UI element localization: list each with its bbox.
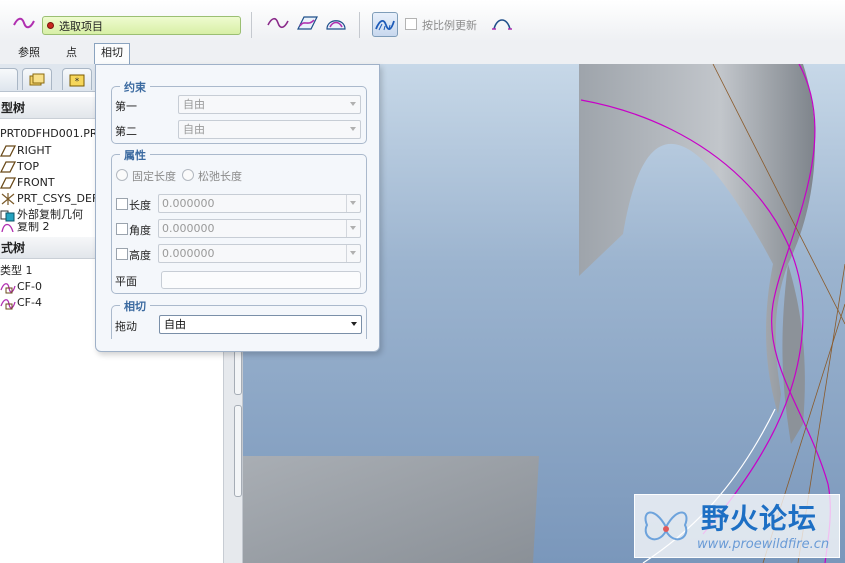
folder-browser-tab[interactable] — [22, 68, 52, 90]
dashboard-tab-row: 参照 点 相切 — [0, 42, 845, 65]
drag-dropdown[interactable]: 自由 — [159, 315, 362, 334]
collector-status-icon — [47, 22, 54, 29]
toolbar-separator — [359, 12, 360, 38]
tree-item-csys[interactable]: PRT_CSYS_DEF — [0, 191, 98, 207]
style-tree-item-type[interactable]: 类型 1 — [0, 263, 33, 279]
model-tree-tab[interactable] — [0, 68, 18, 90]
site-watermark: 野火论坛 www.proewildfire.cn — [634, 494, 840, 558]
surface-upper — [579, 64, 815, 414]
curve-analysis-toggle-icon[interactable] — [372, 12, 398, 37]
display-curve-icon[interactable] — [490, 13, 514, 33]
angle-label: 角度 — [129, 224, 151, 237]
tab-points[interactable]: 点 — [60, 44, 83, 64]
svg-text:*: * — [75, 77, 80, 87]
toolbar-separator — [251, 12, 252, 38]
fixed-length-label: 固定长度 — [132, 170, 176, 183]
curve-on-plane-icon[interactable] — [266, 13, 290, 33]
style-tree-item-cf4[interactable]: CF-4 — [0, 295, 42, 311]
plane-label: 平面 — [115, 275, 137, 288]
select-item-collector[interactable]: 选取项目 — [42, 16, 241, 35]
angle-input[interactable]: 0.000000 — [158, 219, 361, 238]
first-constraint-label: 第一 — [115, 100, 137, 113]
height-checkbox[interactable] — [116, 248, 128, 260]
properties-title: 属性 — [120, 147, 150, 163]
datum-plane-icon — [0, 144, 16, 158]
second-constraint-dropdown[interactable]: 自由 — [178, 120, 361, 139]
copy-icon — [0, 222, 16, 232]
tree-item-right[interactable]: RIGHT — [0, 143, 51, 159]
tangent-slide-up-panel: 约束 第一 自由 第二 自由 属性 固定长度 松弛长度 长度 0.000000 … — [95, 64, 380, 352]
plane-collector[interactable] — [161, 271, 361, 289]
curve-projected-icon[interactable] — [295, 13, 319, 33]
second-constraint-label: 第二 — [115, 125, 137, 138]
tab-references[interactable]: 参照 — [12, 44, 46, 64]
tree-item-top[interactable]: TOP — [0, 159, 39, 175]
constraints-title: 约束 — [120, 79, 150, 95]
angle-checkbox[interactable] — [116, 223, 128, 235]
favorites-icon: * — [69, 74, 85, 87]
feature-toolbar: 选取项目 按比例更新 — [0, 0, 845, 42]
external-copy-icon — [0, 208, 16, 222]
relax-length-label: 松弛长度 — [198, 170, 242, 183]
style-curve-icon — [0, 280, 16, 294]
surface-curve-icon[interactable] — [324, 13, 348, 33]
style-tree-item-cf0[interactable]: CF-0 — [0, 279, 42, 295]
height-label: 高度 — [129, 249, 151, 262]
first-constraint-dropdown[interactable]: 自由 — [178, 95, 361, 114]
height-input[interactable]: 0.000000 — [158, 244, 361, 263]
watermark-title: 野火论坛 — [701, 502, 818, 535]
favorites-tab[interactable]: * — [62, 68, 92, 90]
fixed-length-radio[interactable] — [116, 169, 128, 181]
butterfly-logo-icon — [644, 511, 688, 541]
sash-grip-upper[interactable] — [234, 350, 242, 395]
tree-item-external-copy[interactable]: 外部复制几何 — [0, 207, 83, 223]
tab-tangent[interactable]: 相切 — [94, 43, 130, 65]
tree-item-front[interactable]: FRONT — [0, 175, 55, 191]
curve-icon[interactable] — [12, 13, 36, 33]
scale-update-checkbox[interactable] — [405, 18, 417, 30]
drag-label: 拖动 — [115, 320, 137, 333]
datum-plane-icon — [0, 176, 16, 190]
folder-icon — [29, 73, 45, 86]
sash-grip-lower[interactable] — [234, 405, 242, 497]
datum-plane-icon — [0, 160, 16, 174]
relax-length-radio[interactable] — [182, 169, 194, 181]
scale-update-label: 按比例更新 — [422, 19, 477, 32]
csys-icon — [0, 192, 16, 206]
surface-lower — [243, 456, 539, 563]
tree-item-copy[interactable]: 复制 2 — [0, 222, 50, 232]
watermark-url: www.proewildfire.cn — [697, 537, 830, 552]
tree-item-part[interactable]: PRT0DFHD001.PRT — [0, 126, 103, 142]
style-curve-icon — [0, 296, 16, 310]
length-checkbox[interactable] — [116, 198, 128, 210]
select-item-label: 选取项目 — [59, 19, 103, 33]
length-label: 长度 — [129, 199, 151, 212]
tangent-title: 相切 — [120, 298, 150, 314]
length-input[interactable]: 0.000000 — [158, 194, 361, 213]
